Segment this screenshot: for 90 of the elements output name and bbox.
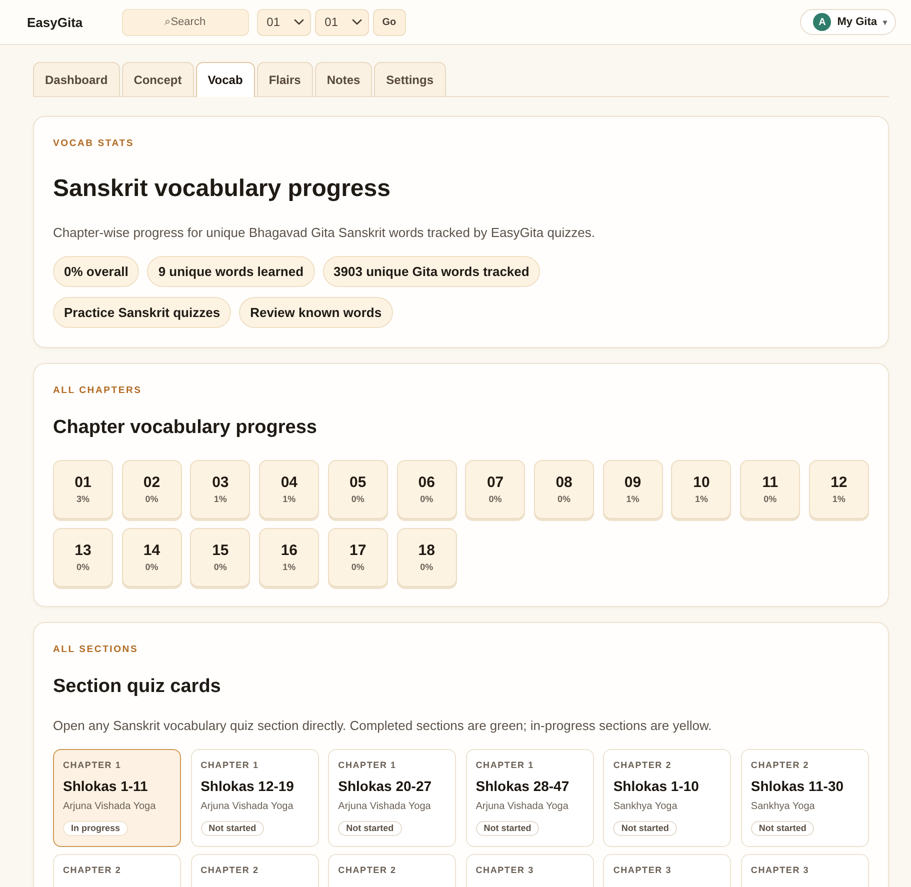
status-badge: Not started (613, 821, 677, 836)
go-button[interactable]: Go (372, 8, 406, 36)
card-heading: Section quiz cards (53, 675, 222, 699)
card-heading: Sanskrit vocabulary progress (53, 174, 392, 204)
stat-chip: 9 unique words learned (147, 256, 315, 287)
status-badge: In progress (63, 821, 128, 836)
section-card[interactable]: CHAPTER 1 Shlokas 12-19 Arjuna Vishada Yoga Not started (190, 749, 319, 847)
chapter-label: CHAPTER 3 (476, 865, 535, 875)
tab[interactable]: Settings (374, 62, 446, 96)
status-badge: Not started (750, 821, 814, 836)
chevron-down-icon (294, 19, 304, 25)
chapter-tile[interactable]: 18 0% (396, 528, 457, 587)
section-label: VOCAB STATS (53, 138, 135, 150)
chapter-tile[interactable]: 17 0% (328, 528, 388, 587)
chapter-label: CHAPTER 2 (338, 865, 398, 875)
chapter-tile[interactable]: 03 1% (190, 460, 250, 519)
section-card[interactable]: CHAPTER 3 (603, 854, 732, 887)
tab[interactable]: Vocab (196, 62, 255, 97)
chapter-label: CHAPTER 3 (613, 865, 673, 875)
chapter-label: CHAPTER 1 (200, 760, 260, 770)
dropdown-field[interactable]: 01 (314, 8, 369, 36)
chapter-tile[interactable]: 12 1% (808, 460, 869, 519)
section-subtitle: Arjuna Vishada Yoga (476, 800, 570, 813)
chapter-label: CHAPTER 2 (750, 760, 810, 770)
tab[interactable]: Dashboard (33, 62, 120, 96)
stat-chip: 3903 unique Gita words tracked (322, 256, 540, 287)
section-card[interactable]: CHAPTER 2 Shlokas 1-10 Sankhya Yoga Not started (603, 749, 732, 847)
section-title: Shlokas 20-27 (338, 777, 433, 795)
tab[interactable]: Notes (314, 62, 372, 96)
chapter-tile[interactable]: 06 0% (396, 460, 457, 519)
section-subtitle: Sankhya Yoga (613, 800, 678, 813)
section-label: ALL CHAPTERS (53, 385, 143, 397)
tab[interactable]: Flairs (256, 62, 313, 96)
section-card[interactable]: CHAPTER 1 Shlokas 28-47 Arjuna Vishada Yoga Not started (466, 749, 594, 847)
section-title: Shlokas 11-30 (750, 777, 845, 795)
section-subtitle: Arjuna Vishada Yoga (200, 800, 294, 813)
chapter-label: CHAPTER 2 (200, 865, 260, 875)
search-field[interactable]: ⌕Search (122, 8, 249, 36)
chapter-tile[interactable]: 10 1% (671, 460, 732, 519)
card-description: Chapter-wise progress for unique Bhagavad Gita Sanskrit words tracked by EasyGita quizzes. (53, 224, 596, 242)
section-card[interactable]: CHAPTER 3 (466, 854, 594, 887)
chapter-tile[interactable]: 04 1% (259, 460, 320, 519)
app-logo: EasyGita (27, 14, 83, 30)
stat-chip: 0% overall (53, 256, 140, 287)
section-card[interactable]: CHAPTER 3 (740, 854, 869, 887)
section-subtitle: Arjuna Vishada Yoga (338, 800, 432, 813)
section-card[interactable]: CHAPTER 2 (190, 854, 319, 887)
chapter-tile[interactable]: 13 0% (53, 528, 113, 587)
chapter-tile[interactable]: 01 3% (53, 460, 113, 519)
chapter-tile[interactable]: 11 0% (740, 460, 800, 519)
chapter-tile[interactable]: 08 0% (534, 460, 594, 519)
action-button[interactable]: Review known words (239, 297, 393, 328)
section-title: Shlokas 28-47 (476, 777, 570, 795)
chapter-tile[interactable]: 05 0% (328, 460, 388, 519)
dropdown-field[interactable]: 01 (256, 8, 311, 36)
card-heading: Chapter vocabulary progress (53, 416, 318, 440)
chapter-label: CHAPTER 1 (476, 760, 535, 770)
section-card[interactable]: CHAPTER 2 (328, 854, 456, 887)
chevron-down-icon (352, 19, 362, 25)
avatar-initial: A (813, 13, 832, 31)
chapter-tile[interactable]: 02 0% (122, 460, 182, 519)
section-label: ALL SECTIONS (53, 644, 140, 656)
chapter-tile[interactable]: 07 0% (465, 460, 526, 519)
tab[interactable]: Concept (122, 62, 194, 96)
chapter-tile[interactable]: 14 0% (122, 528, 182, 587)
section-card[interactable]: CHAPTER 2 Shlokas 11-30 Sankhya Yoga Not started (740, 749, 869, 847)
status-badge: Not started (476, 821, 540, 836)
chapter-label: CHAPTER 1 (63, 760, 122, 770)
chapter-tile[interactable]: 16 1% (259, 528, 320, 587)
status-badge: Not started (200, 821, 264, 836)
account-label: My Gita (837, 16, 877, 28)
chapter-label: CHAPTER 2 (63, 865, 122, 875)
chapter-tile[interactable]: 09 1% (602, 460, 663, 519)
chapter-label: CHAPTER 1 (338, 760, 398, 770)
account-menu-button[interactable]: A My Gita ▾ (800, 9, 896, 35)
section-title: Shlokas 1-11 (63, 777, 149, 795)
section-subtitle: Arjuna Vishada Yoga (63, 800, 157, 813)
section-title: Shlokas 12-19 (200, 777, 295, 795)
card-description: Open any Sanskrit vocabulary quiz section directly. Completed sections are green; in-progress sections are yellow. (53, 717, 713, 735)
caret-icon: ▾ (883, 18, 887, 26)
section-card[interactable]: CHAPTER 1 Shlokas 20-27 Arjuna Vishada Yoga Not started (328, 749, 456, 847)
section-card[interactable]: CHAPTER 2 (53, 854, 182, 887)
chapter-tile[interactable]: 15 0% (190, 528, 250, 587)
chapter-label: CHAPTER 3 (750, 865, 810, 875)
section-title: Shlokas 1-10 (613, 777, 700, 795)
section-subtitle: Sankhya Yoga (750, 800, 816, 813)
section-card[interactable]: CHAPTER 1 Shlokas 1-11 Arjuna Vishada Yoga In progress (53, 749, 182, 847)
action-button[interactable]: Practice Sanskrit quizzes (53, 297, 232, 328)
chapter-label: CHAPTER 2 (613, 760, 673, 770)
status-badge: Not started (338, 821, 402, 836)
